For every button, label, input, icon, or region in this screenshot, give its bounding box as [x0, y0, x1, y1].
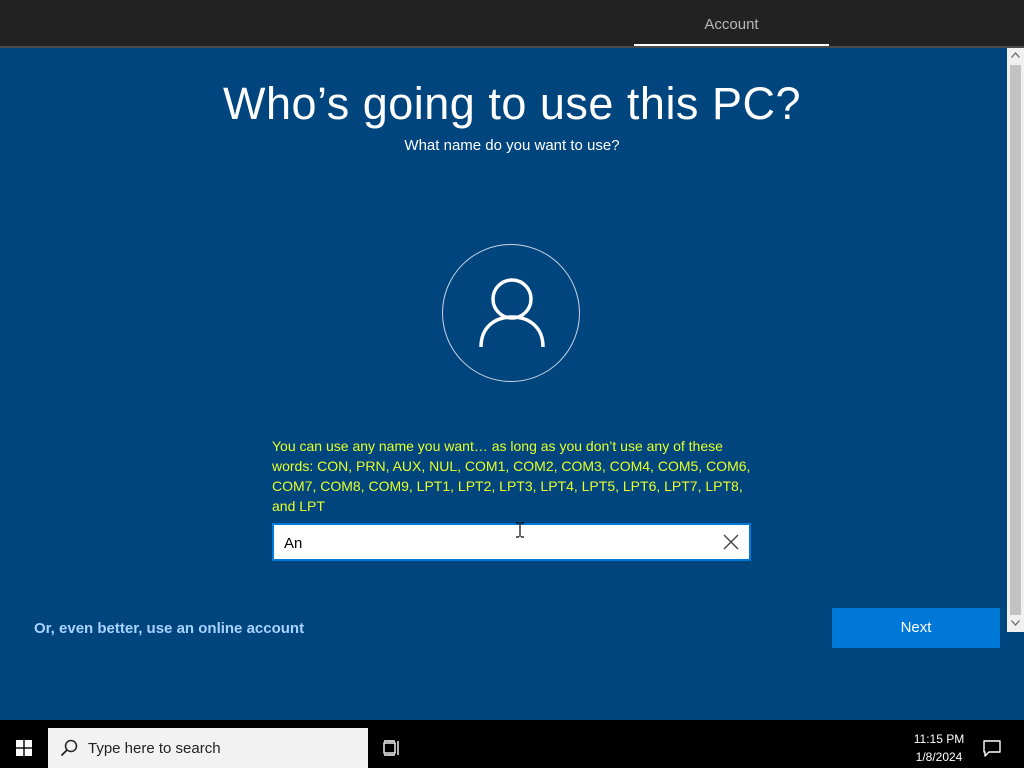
name-input[interactable]: [284, 531, 704, 555]
top-bar: Account: [0, 0, 1024, 48]
person-icon: [479, 278, 545, 348]
close-icon[interactable]: [723, 534, 739, 550]
reserved-names-warning: You can use any name you want… as long a…: [272, 438, 751, 514]
page-title: Who’s going to use this PC?: [223, 78, 801, 129]
page-subtitle: What name do you want to use?: [404, 137, 620, 154]
next-button[interactable]: Next: [832, 608, 1000, 648]
scroll-up-arrow[interactable]: [1007, 48, 1024, 64]
scroll-down-arrow[interactable]: [1007, 616, 1024, 632]
online-account-link[interactable]: Or, even better, use an online account: [34, 620, 304, 637]
start-button[interactable]: [0, 720, 48, 768]
search-placeholder: Type here to search: [88, 740, 221, 757]
taskbar-search-box[interactable]: Type here to search: [48, 728, 368, 768]
windows-logo-icon: [16, 740, 32, 756]
action-center-icon: [983, 740, 1001, 757]
task-view-icon: [383, 740, 399, 756]
task-view-button[interactable]: [376, 728, 408, 768]
user-avatar: [442, 244, 580, 382]
taskbar-clock[interactable]: 11:15 PM 1/8/2024: [900, 730, 978, 766]
taskbar: Type here to search 11:15 PM 1/8/2024: [0, 720, 1024, 768]
vertical-scrollbar[interactable]: [1007, 48, 1024, 632]
magnifier-icon: [60, 739, 78, 757]
text-cursor-icon: [516, 522, 524, 538]
action-center-button[interactable]: [978, 728, 1008, 768]
clock-date: 1/8/2024: [915, 750, 963, 764]
clock-time: 11:15 PM: [913, 732, 965, 746]
tab-account: Account: [634, 0, 829, 46]
name-field[interactable]: [272, 523, 751, 561]
